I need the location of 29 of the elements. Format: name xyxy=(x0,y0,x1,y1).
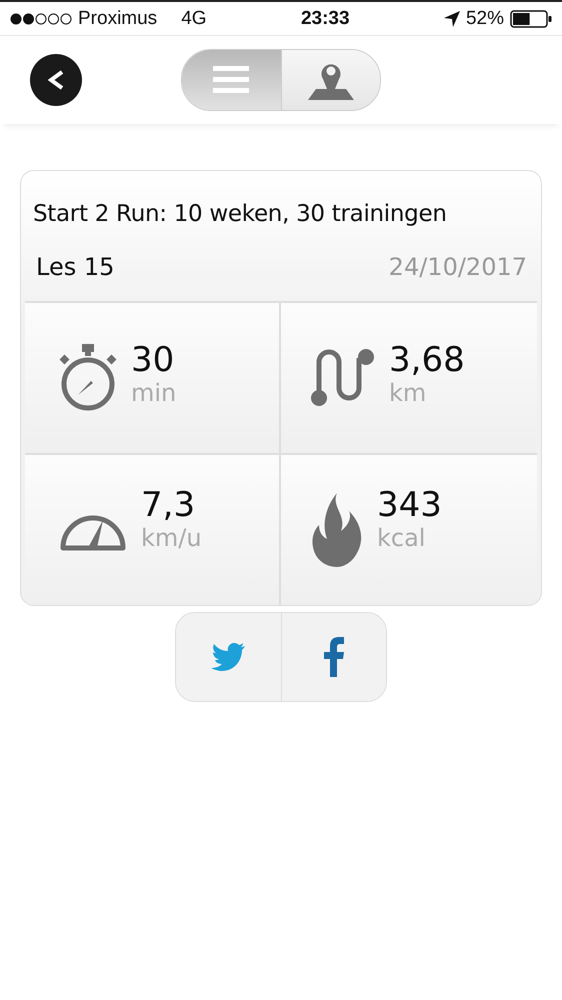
twitter-share-button[interactable] xyxy=(176,613,282,701)
metric-unit: kcal xyxy=(377,524,426,552)
metric-unit: km xyxy=(389,379,428,407)
bird-icon xyxy=(211,643,246,671)
metric-unit: min xyxy=(131,379,176,407)
clock-time: 23:33 xyxy=(300,8,350,30)
metric-unit: km/u xyxy=(141,524,202,552)
location-arrow-icon xyxy=(444,10,460,26)
chevron-left-icon xyxy=(48,70,64,90)
battery-icon xyxy=(510,10,552,28)
signal-icon xyxy=(10,12,72,24)
stopwatch-icon xyxy=(59,344,117,412)
facebook-logo-icon xyxy=(324,637,344,677)
metric-value: 30 xyxy=(131,341,176,379)
facebook-share-button[interactable] xyxy=(282,613,386,701)
network-type: 4G xyxy=(181,8,207,30)
metric-value: 343 xyxy=(377,486,442,524)
metric-value: 3,68 xyxy=(389,341,465,379)
menu-icon xyxy=(213,66,250,94)
route-icon xyxy=(311,348,375,408)
workout-date: 24/10/2017 xyxy=(388,253,527,281)
flame-icon xyxy=(311,493,363,567)
workout-title: Start 2 Run: 10 weken, 30 trainingen xyxy=(32,200,448,227)
metric-value: 7,3 xyxy=(141,486,196,524)
carrier-name: Proximus xyxy=(78,8,158,30)
battery-percent: 52% xyxy=(466,8,504,30)
back-button[interactable] xyxy=(30,54,82,106)
lesson-label: Les 15 xyxy=(36,253,114,281)
map-view-tab[interactable] xyxy=(282,50,380,110)
